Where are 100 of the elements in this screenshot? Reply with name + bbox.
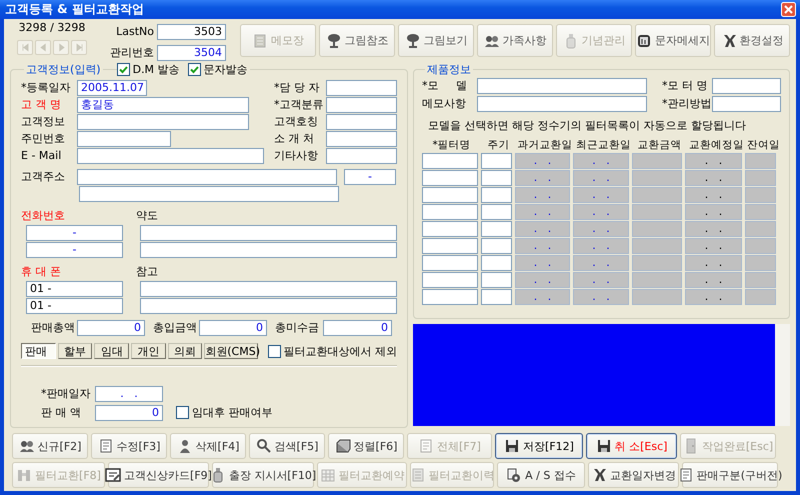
input-field[interactable] (632, 238, 682, 254)
input-field[interactable] (712, 96, 781, 112)
input-field[interactable]: . . (515, 187, 570, 203)
input-field[interactable] (632, 187, 682, 203)
toolbar-button[interactable]: 문자메세지 (635, 24, 711, 57)
checkbox[interactable] (188, 62, 201, 76)
input-field[interactable] (745, 238, 776, 254)
input-field[interactable]: . . (573, 170, 629, 186)
input-field[interactable] (422, 204, 478, 220)
toolbar-button[interactable]: 그림참조 (319, 24, 395, 57)
input-field[interactable] (745, 187, 776, 203)
input-field[interactable]: . . (685, 204, 742, 220)
action-button[interactable]: 저장[F12] (495, 433, 583, 459)
input-field[interactable] (712, 78, 781, 94)
input-field[interactable] (326, 114, 397, 130)
input-field[interactable]: . . (685, 238, 742, 254)
input-field[interactable] (477, 78, 647, 94)
input-field[interactable] (422, 221, 478, 237)
input-field[interactable]: 01 - (26, 298, 123, 314)
input-field[interactable]: . . (515, 221, 570, 237)
input-field[interactable] (422, 153, 478, 169)
input-field[interactable] (140, 298, 397, 314)
input-field[interactable] (326, 96, 397, 112)
checkbox[interactable] (116, 62, 130, 76)
input-field[interactable]: . . (573, 153, 629, 169)
input-field[interactable]: 3503 (157, 24, 226, 40)
input-field[interactable] (481, 221, 512, 237)
input-field[interactable] (77, 168, 337, 184)
input-field[interactable] (77, 130, 171, 146)
tab[interactable]: 판매 (21, 343, 56, 359)
input-field[interactable]: . . (573, 255, 629, 271)
input-field[interactable] (745, 289, 776, 305)
input-field[interactable] (477, 96, 647, 112)
input-field[interactable]: . . (685, 255, 742, 271)
action-button[interactable]: 정렬[F6] (328, 433, 404, 459)
tab[interactable]: 의뢰 (168, 343, 202, 359)
input-field[interactable] (140, 224, 397, 240)
input-field[interactable] (326, 80, 397, 96)
input-field[interactable]: . . (515, 289, 570, 305)
input-field[interactable]: . . (685, 187, 742, 203)
checkbox[interactable] (176, 406, 189, 419)
input-field[interactable] (422, 187, 478, 203)
input-field[interactable]: . . (573, 187, 629, 203)
input-field[interactable] (422, 238, 478, 254)
input-field[interactable] (422, 272, 478, 288)
input-field[interactable] (77, 114, 249, 130)
tab[interactable]: 회원(CMS) (204, 343, 258, 359)
input-field[interactable]: 0 (95, 404, 163, 420)
tab[interactable]: 임대 (94, 343, 130, 359)
input-field[interactable]: . . (573, 221, 629, 237)
input-field[interactable] (481, 238, 512, 254)
action-button[interactable]: 출장 지시서[F10] (212, 462, 314, 488)
input-field[interactable]: . . (573, 238, 629, 254)
input-field[interactable] (745, 204, 776, 220)
input-field[interactable] (422, 289, 478, 305)
input-field[interactable]: - (26, 242, 123, 258)
input-field[interactable]: . . (515, 255, 570, 271)
action-button[interactable]: 취 소[Esc] (586, 433, 677, 459)
input-field[interactable]: 0 (199, 320, 267, 336)
scrollbar[interactable] (775, 324, 790, 426)
input-field[interactable] (481, 170, 512, 186)
tab[interactable]: 할부 (58, 343, 92, 359)
input-field[interactable]: . . (685, 153, 742, 169)
input-field[interactable] (632, 272, 682, 288)
input-field[interactable]: 2005.11.07 (77, 80, 147, 96)
input-field[interactable] (632, 221, 682, 237)
input-field[interactable]: . . (685, 289, 742, 305)
input-field[interactable] (140, 242, 397, 258)
input-field[interactable]: . . (515, 170, 570, 186)
input-field[interactable] (632, 153, 682, 169)
input-field[interactable]: . . (515, 272, 570, 288)
toolbar-button[interactable]: 환경설정 (714, 24, 790, 57)
checkbox[interactable] (268, 344, 280, 358)
input-field[interactable] (140, 280, 397, 296)
input-field[interactable]: 01 - (26, 280, 123, 296)
input-field[interactable]: . . (573, 204, 629, 220)
toolbar-button[interactable]: 그림보기 (398, 24, 474, 57)
input-field[interactable]: . . (573, 272, 629, 288)
input-field[interactable] (481, 255, 512, 271)
input-field[interactable]: 3504 (157, 44, 226, 60)
input-field[interactable]: . . (95, 386, 163, 402)
close-icon[interactable] (781, 2, 796, 17)
input-field[interactable]: . . (685, 221, 742, 237)
action-button[interactable]: A / S 접수 (497, 462, 585, 488)
input-field[interactable] (422, 170, 478, 186)
input-field[interactable] (745, 255, 776, 271)
input-field[interactable] (77, 148, 264, 164)
input-field[interactable] (481, 187, 512, 203)
input-field[interactable] (745, 221, 776, 237)
input-field[interactable] (326, 148, 397, 164)
toolbar-button[interactable]: 가족사항 (477, 24, 553, 57)
input-field[interactable] (632, 170, 682, 186)
input-field[interactable] (481, 289, 512, 305)
input-field[interactable]: 0 (77, 320, 145, 336)
input-field[interactable] (326, 130, 397, 146)
input-field[interactable] (745, 170, 776, 186)
action-button[interactable]: 검색[F5] (249, 433, 325, 459)
action-button[interactable]: 삭제[F4] (170, 433, 246, 459)
input-field[interactable] (632, 204, 682, 220)
input-field[interactable]: . . (515, 238, 570, 254)
